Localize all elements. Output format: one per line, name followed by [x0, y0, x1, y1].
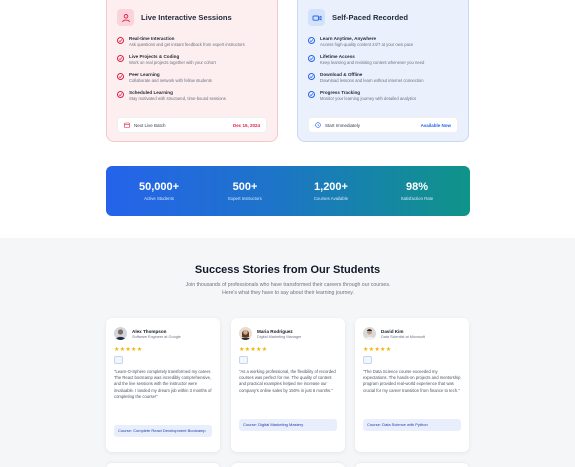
self-feature-list: Learn Anytime, Anywhere Access high-quali… [308, 36, 458, 102]
quote-icon [239, 356, 248, 364]
live-feature-list: Real-time Interaction Ask questions and g… [117, 36, 267, 102]
self-paced-card: Self-Paced Recorded Learn Anytime, Anywh… [297, 0, 469, 142]
video-icon [308, 9, 325, 26]
start-immediately-bar: Start Immediately Available Now [308, 117, 458, 133]
author-role: Software Engineer at Google [132, 334, 181, 339]
check-icon [117, 37, 124, 44]
star-rating: ★★★★★ [363, 347, 392, 353]
live-card-header: Live Interactive Sessions [117, 9, 267, 26]
avatar [239, 327, 252, 340]
check-icon [308, 55, 315, 62]
course-badge: Course: Complete React Development Bootc… [114, 425, 212, 437]
author-name: David Kim [381, 328, 404, 334]
live-feature: Scheduled Learning Stay motivated with st… [117, 90, 267, 102]
next-batch-bar: Next Live Batch Dec 15, 2024 [117, 117, 267, 133]
feature-desc: Ask questions and get instant feedback f… [129, 42, 245, 47]
self-feature: Progress Tracking Monitor your learning j… [308, 90, 458, 102]
check-icon [308, 73, 315, 80]
quote-icon [114, 356, 123, 364]
stat-value: 1,200+ [314, 181, 348, 193]
start-label-group: Start Immediately [315, 122, 360, 128]
course-badge: Course: Digital Marketing Mastery [239, 419, 337, 431]
testimonial-card: Maria Rodriguez Digital Marketing Manage… [231, 318, 345, 452]
star-rating: ★★★★★ [239, 347, 268, 353]
live-feature: Real-time Interaction Ask questions and g… [117, 36, 267, 48]
stat-value: 50,000+ [138, 181, 180, 193]
feature-desc: Collaborate and network with fellow stud… [129, 78, 212, 83]
section-title: Success Stories from Our Students [194, 264, 381, 276]
testimonial-quote: "The Data Science course exceeded my exp… [363, 369, 461, 393]
feature-desc: Keep learning and revisiting content whe… [320, 60, 425, 65]
self-feature: Learn Anytime, Anywhere Access high-quali… [308, 36, 458, 48]
self-card-title: Self-Paced Recorded [332, 13, 408, 22]
check-icon [117, 91, 124, 98]
start-label: Start Immediately [325, 122, 361, 128]
author-name: Maria Rodriguez [257, 328, 293, 334]
author-role: Data Scientist at Microsoft [381, 334, 426, 339]
author-role: Digital Marketing Manager [257, 334, 302, 339]
availability-status: Available Now [420, 122, 451, 128]
testimonial-card: David Kim Data Scientist at Microsoft ★★… [355, 318, 469, 452]
live-feature: Peer Learning Collaborate and network wit… [117, 72, 267, 84]
calendar-icon [124, 122, 130, 128]
stat-label: Satisfaction Rate [400, 196, 434, 201]
stat-courses-available: 1,200+ Courses Available [291, 181, 371, 201]
next-batch-label: Next Live Batch [134, 122, 166, 128]
testimonial-card: Alex Thompson Software Engineer at Googl… [106, 318, 220, 452]
stat-expert-instructors: 500+ Expert Instructors [205, 181, 285, 201]
course-badge: Course: Data Science with Python [363, 419, 461, 431]
testimonial-card-peek [231, 463, 345, 467]
testimonial-author: Maria Rodriguez Digital Marketing Manage… [239, 327, 337, 340]
stat-value: 98% [405, 181, 429, 193]
self-feature: Download & Offline Download lessons and l… [308, 72, 458, 84]
author-name: Alex Thompson [132, 328, 167, 334]
next-batch-date: Dec 15, 2024 [232, 122, 260, 128]
check-icon [117, 73, 124, 80]
stat-satisfaction-rate: 98% Satisfaction Rate [377, 181, 457, 201]
testimonial-quote: "Learn-O-Sphere completely transformed m… [114, 369, 212, 399]
feature-desc: Stay motivated with structured, time-bou… [129, 96, 226, 101]
star-rating: ★★★★★ [114, 347, 143, 353]
stat-label: Active Students [144, 196, 174, 201]
users-icon [117, 9, 134, 26]
feature-desc: Download lessons and learn without inter… [320, 78, 424, 83]
stat-active-students: 50,000+ Active Students [119, 181, 199, 201]
success-stories-section: Success Stories from Our Students Join t… [0, 238, 575, 467]
testimonial-card-peek [355, 463, 469, 467]
check-icon [308, 91, 315, 98]
self-card-header: Self-Paced Recorded [308, 9, 458, 26]
check-icon [308, 37, 315, 44]
stat-value: 500+ [232, 181, 258, 193]
quote-icon [363, 356, 372, 364]
stats-banner: 50,000+ Active Students 500+ Expert Inst… [106, 166, 470, 216]
feature-desc: Monitor your learning journey with detai… [320, 96, 417, 101]
live-feature: Live Projects & Coding Work on real proje… [117, 54, 267, 66]
feature-desc: Access high-quality content 24/7 at your… [320, 42, 414, 47]
live-card-title: Live Interactive Sessions [141, 13, 232, 22]
stat-label: Expert Instructors [228, 196, 262, 201]
avatar [114, 327, 127, 340]
avatar [363, 327, 376, 340]
testimonial-author: Alex Thompson Software Engineer at Googl… [114, 327, 212, 340]
testimonial-quote: "As a working professional, the flexibil… [239, 369, 336, 393]
section-subtitle: Join thousands of professionals who have… [185, 282, 391, 296]
testimonial-card-peek [106, 463, 220, 467]
feature-desc: Work on real projects together with your… [129, 60, 216, 65]
check-icon [117, 55, 124, 62]
self-feature: Lifetime Access Keep learning and revisit… [308, 54, 458, 66]
page: Live Interactive Sessions Real-time Inte… [0, 0, 575, 467]
clock-icon [315, 122, 321, 128]
live-sessions-card: Live Interactive Sessions Real-time Inte… [106, 0, 278, 142]
stat-label: Courses Available [313, 196, 349, 201]
testimonial-author: David Kim Data Scientist at Microsoft [363, 327, 461, 340]
next-batch-label-group: Next Live Batch [124, 122, 166, 128]
